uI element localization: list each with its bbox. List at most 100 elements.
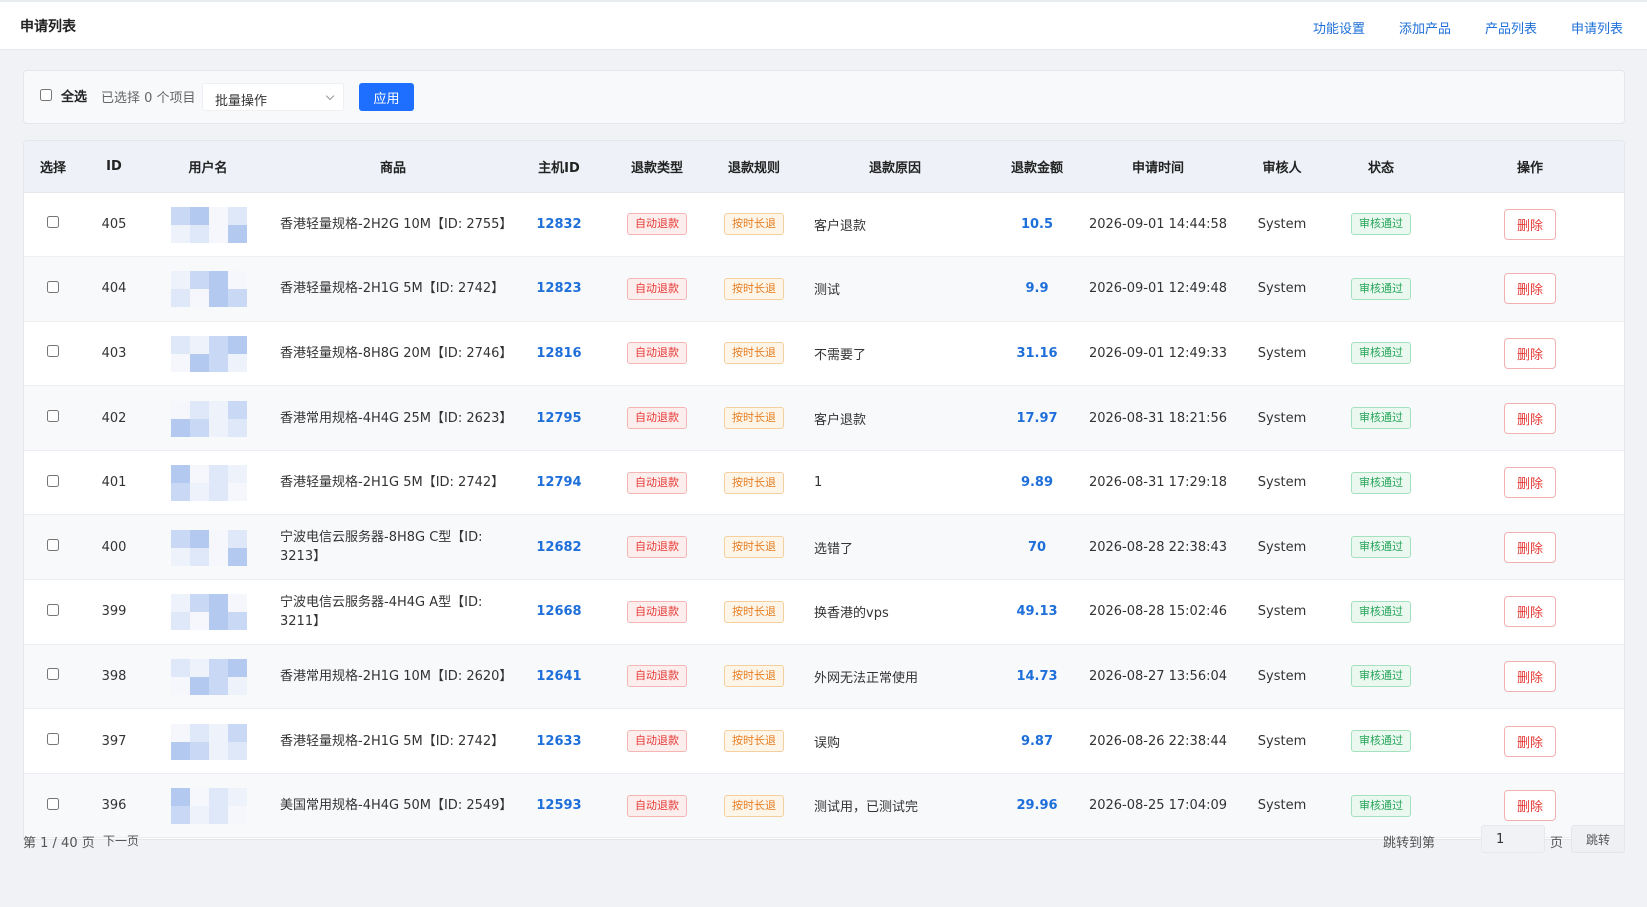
refund-rule-cell: 按时长退 xyxy=(712,514,796,581)
mosaic-block xyxy=(189,676,209,695)
host-id-link[interactable]: 12668 xyxy=(536,604,581,619)
col-status: 状态 xyxy=(1328,141,1434,193)
delete-button[interactable]: 删除 xyxy=(1503,790,1556,822)
delete-button[interactable]: 删除 xyxy=(1503,208,1556,240)
delete-button[interactable]: 删除 xyxy=(1503,660,1556,692)
delete-button[interactable]: 删除 xyxy=(1503,531,1556,563)
row-checkbox[interactable] xyxy=(47,410,59,423)
row-checkbox[interactable] xyxy=(47,345,59,358)
host-id-link[interactable]: 12823 xyxy=(536,281,581,296)
host-id-link[interactable]: 12795 xyxy=(536,411,581,426)
refund-rule-tag: 按时长退 xyxy=(724,213,784,236)
mosaic-block xyxy=(189,353,209,372)
username-redacted xyxy=(161,202,256,247)
mosaic-block xyxy=(227,400,247,419)
nav-product-list[interactable]: 产品列表 xyxy=(1485,18,1537,37)
nav-add-product[interactable]: 添加产品 xyxy=(1399,18,1451,37)
row-checkbox[interactable] xyxy=(47,797,59,810)
table-header: 选择 ID 用户名 商品 主机ID 退款类型 退款规则 退款原因 退款金额 申请… xyxy=(24,141,1624,193)
refund-type-tag: 自动退款 xyxy=(627,213,687,236)
refund-type-cell: 自动退款 xyxy=(602,579,712,645)
delete-button[interactable]: 删除 xyxy=(1503,273,1556,305)
username-redacted xyxy=(161,331,256,376)
host-id-link[interactable]: 12633 xyxy=(536,734,581,749)
host-id-link[interactable]: 12593 xyxy=(536,798,581,813)
delete-button[interactable]: 删除 xyxy=(1503,337,1556,369)
refund-type-cell: 自动退款 xyxy=(602,644,712,710)
refund-rule-cell: 按时长退 xyxy=(712,644,796,710)
username-redacted xyxy=(161,589,256,634)
mosaic-block xyxy=(208,612,228,631)
mosaic-block xyxy=(170,658,190,677)
refund-type-tag: 自动退款 xyxy=(627,342,687,365)
host-id-link[interactable]: 12682 xyxy=(536,540,581,555)
delete-button[interactable]: 删除 xyxy=(1503,467,1556,499)
mosaic-block xyxy=(227,289,247,308)
row-checkbox[interactable] xyxy=(47,474,59,487)
next-page-link[interactable]: 下一页 xyxy=(103,832,139,849)
table-row: 399 宁波电信云服务器-4H4G A型【ID: 3211】 12668 自动退款 按时… xyxy=(24,579,1624,645)
username-redacted xyxy=(161,719,256,764)
goods-name: 宁波电信云服务器-8H8G C型【ID: 3213】 xyxy=(270,514,516,581)
jump-page-input[interactable] xyxy=(1481,825,1545,853)
mosaic-block xyxy=(227,224,247,243)
goods-name: 香港轻量规格-2H2G 10M【ID: 2755】 xyxy=(270,192,516,258)
nav-application-list[interactable]: 申请列表 xyxy=(1571,18,1623,37)
select-all-checkbox[interactable] xyxy=(40,89,52,101)
mosaic-block xyxy=(208,465,228,484)
refund-reason: 换香港的vps xyxy=(796,579,994,645)
apply-time: 2026-08-28 15:02:46 xyxy=(1080,579,1236,645)
mosaic-block xyxy=(189,612,209,631)
row-checkbox[interactable] xyxy=(47,280,59,293)
reviewer: System xyxy=(1236,256,1328,322)
mosaic-block xyxy=(208,788,228,807)
bulk-action-select[interactable]: 批量操作 xyxy=(202,83,344,111)
col-action: 操作 xyxy=(1434,141,1624,193)
delete-button[interactable]: 删除 xyxy=(1503,596,1556,628)
row-select-cell xyxy=(24,385,82,451)
row-checkbox[interactable] xyxy=(47,539,59,552)
refund-amount: 70 xyxy=(1027,539,1047,555)
jump-label: 跳转到第 xyxy=(1382,836,1435,851)
row-checkbox[interactable] xyxy=(47,733,59,746)
mosaic-block xyxy=(227,788,247,807)
host-id-link[interactable]: 12816 xyxy=(536,346,581,361)
refund-reason: 选错了 xyxy=(796,514,994,581)
refund-amount: 10.5 xyxy=(1020,216,1054,232)
row-checkbox[interactable] xyxy=(47,216,59,229)
apply-button[interactable]: 应用 xyxy=(359,83,414,111)
delete-button[interactable]: 删除 xyxy=(1503,725,1556,757)
refund-type-cell: 自动退款 xyxy=(602,514,712,581)
refund-type-cell: 自动退款 xyxy=(602,256,712,322)
mosaic-block xyxy=(227,676,247,695)
refund-type-cell: 自动退款 xyxy=(602,321,712,387)
host-id-link[interactable]: 12641 xyxy=(536,669,581,684)
row-select-cell xyxy=(24,579,82,645)
host-id-link[interactable]: 12832 xyxy=(536,217,581,232)
row-id: 402 xyxy=(82,385,146,451)
row-checkbox[interactable] xyxy=(47,603,59,616)
amount-cell: 10.5 xyxy=(994,192,1080,258)
jump-button[interactable]: 跳转 xyxy=(1571,825,1625,853)
reviewer: System xyxy=(1236,644,1328,710)
host-id-link[interactable]: 12794 xyxy=(536,475,581,490)
action-cell: 删除 xyxy=(1434,644,1624,710)
mosaic-block xyxy=(170,465,190,484)
mosaic-block xyxy=(170,353,190,372)
goods-name: 香港常用规格-4H4G 25M【ID: 2623】 xyxy=(270,385,516,451)
bulk-action-bar: 全选 已选择 0 个项目 批量操作 应用 xyxy=(23,70,1625,124)
delete-button[interactable]: 删除 xyxy=(1503,402,1556,434)
refund-rule-tag: 按时长退 xyxy=(724,342,784,365)
amount-cell: 31.16 xyxy=(994,321,1080,387)
chevron-down-icon xyxy=(325,91,335,101)
row-checkbox[interactable] xyxy=(47,668,59,681)
refund-reason: 误购 xyxy=(796,708,994,774)
username-cell xyxy=(146,514,270,581)
mosaic-block xyxy=(189,723,209,742)
mosaic-block xyxy=(227,353,247,372)
nav-feature-settings[interactable]: 功能设置 xyxy=(1313,18,1365,37)
table-row: 403 香港轻量规格-8H8G 20M【ID: 2746】 12816 自动退款 按时长… xyxy=(24,321,1624,387)
refund-amount: 9.87 xyxy=(1020,733,1054,749)
reviewer: System xyxy=(1236,385,1328,451)
row-select-cell xyxy=(24,708,82,774)
